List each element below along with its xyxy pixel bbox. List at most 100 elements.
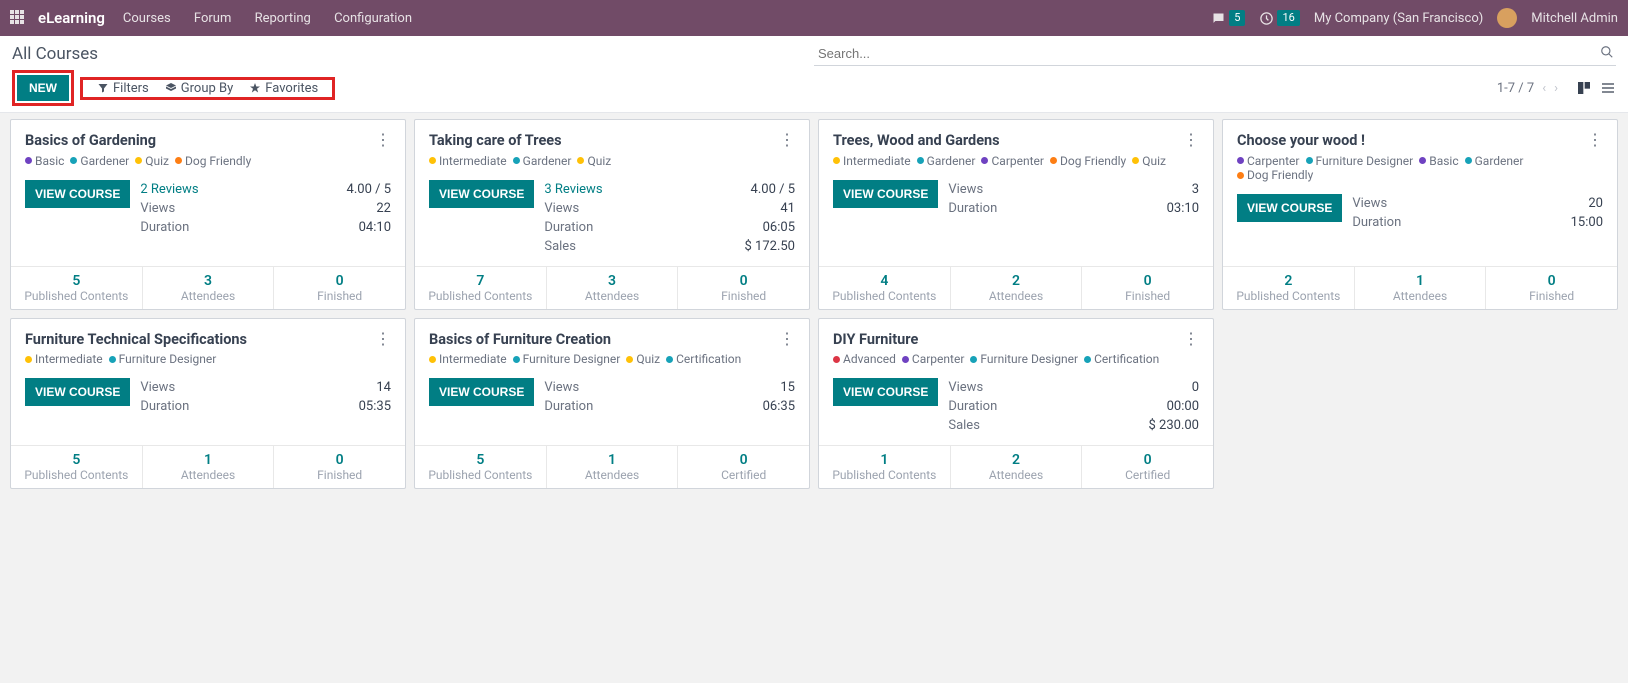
- tag: Carpenter: [1237, 154, 1300, 168]
- kanban-view-icon[interactable]: [1576, 80, 1592, 96]
- tag: Quiz: [1132, 154, 1166, 168]
- course-card[interactable]: Choose your wood !⋮CarpenterFurniture De…: [1222, 119, 1618, 310]
- tag: Quiz: [135, 154, 169, 168]
- published-contents-stat[interactable]: 5Published Contents: [11, 446, 143, 488]
- footer-label: Published Contents: [823, 289, 946, 303]
- nav-reporting[interactable]: Reporting: [255, 11, 311, 26]
- footer-number: 2: [955, 273, 1078, 289]
- view-course-button[interactable]: VIEW COURSE: [25, 180, 130, 208]
- search-icon[interactable]: [1600, 45, 1614, 59]
- apps-icon[interactable]: [10, 10, 26, 26]
- view-course-button[interactable]: VIEW COURSE: [429, 378, 534, 406]
- stat-value: 4.00 / 5: [751, 180, 795, 199]
- search-input[interactable]: [814, 42, 1616, 66]
- completion-stat[interactable]: 0Finished: [274, 446, 405, 488]
- card-menu-icon[interactable]: ⋮: [1183, 132, 1199, 148]
- course-card[interactable]: DIY Furniture⋮AdvancedCarpenterFurniture…: [818, 318, 1214, 490]
- favorites-button[interactable]: Favorites: [249, 81, 318, 96]
- nav-courses[interactable]: Courses: [123, 11, 171, 26]
- completion-stat[interactable]: 0Certified: [1082, 446, 1213, 488]
- tag: Intermediate: [429, 154, 507, 168]
- footer-number: 0: [1490, 273, 1613, 289]
- attendees-stat[interactable]: 1Attendees: [547, 446, 679, 488]
- published-contents-stat[interactable]: 1Published Contents: [819, 446, 951, 488]
- new-button[interactable]: NEW: [17, 75, 69, 101]
- card-menu-icon[interactable]: ⋮: [1183, 331, 1199, 347]
- card-footer: 5Published Contents1Attendees0Certified: [415, 445, 809, 488]
- stat-value: 22: [376, 199, 391, 218]
- course-card[interactable]: Furniture Technical Specifications⋮Inter…: [10, 318, 406, 490]
- completion-stat[interactable]: 0Certified: [678, 446, 809, 488]
- clock-icon: [1259, 11, 1274, 26]
- groupby-label: Group By: [181, 81, 234, 96]
- course-card[interactable]: Taking care of Trees⋮IntermediateGardene…: [414, 119, 810, 310]
- stat-label: Views: [544, 378, 579, 397]
- highlight-search-opts: Filters Group By Favorites: [80, 77, 335, 100]
- published-contents-stat[interactable]: 4Published Contents: [819, 267, 951, 309]
- completion-stat[interactable]: 0Finished: [1082, 267, 1213, 309]
- reviews-link[interactable]: 3 Reviews: [544, 180, 602, 199]
- nav-configuration[interactable]: Configuration: [334, 11, 412, 26]
- pager-prev[interactable]: ‹: [1542, 81, 1546, 96]
- footer-label: Finished: [1086, 289, 1209, 303]
- course-card[interactable]: Basics of Furniture Creation⋮Intermediat…: [414, 318, 810, 490]
- card-menu-icon[interactable]: ⋮: [779, 331, 795, 347]
- groupby-button[interactable]: Group By: [165, 81, 234, 96]
- published-contents-stat[interactable]: 5Published Contents: [415, 446, 547, 488]
- filters-button[interactable]: Filters: [97, 81, 149, 96]
- messages-indicator[interactable]: 5: [1211, 10, 1245, 26]
- view-course-button[interactable]: VIEW COURSE: [25, 378, 130, 406]
- reviews-link[interactable]: 2 Reviews: [140, 180, 198, 199]
- pager: 1-7 / 7 ‹ ›: [1497, 80, 1616, 96]
- view-course-button[interactable]: VIEW COURSE: [833, 378, 938, 406]
- activity-indicator[interactable]: 16: [1259, 10, 1299, 26]
- footer-number: 0: [682, 273, 805, 289]
- pager-next[interactable]: ›: [1554, 81, 1558, 96]
- footer-label: Published Contents: [15, 289, 138, 303]
- avatar[interactable]: [1497, 8, 1517, 28]
- card-menu-icon[interactable]: ⋮: [1587, 132, 1603, 148]
- attendees-stat[interactable]: 1Attendees: [143, 446, 275, 488]
- tag-list: IntermediateFurniture DesignerQuizCertif…: [429, 352, 795, 367]
- card-footer: 4Published Contents2Attendees0Finished: [819, 266, 1213, 309]
- list-view-icon[interactable]: [1600, 80, 1616, 96]
- completion-stat[interactable]: 0Finished: [678, 267, 809, 309]
- stat-label: Views: [544, 199, 579, 218]
- footer-label: Attendees: [551, 468, 674, 482]
- brand[interactable]: eLearning: [38, 9, 105, 27]
- company-selector[interactable]: My Company (San Francisco): [1314, 11, 1483, 26]
- attendees-stat[interactable]: 2Attendees: [951, 446, 1083, 488]
- course-title: Choose your wood !: [1237, 132, 1587, 149]
- completion-stat[interactable]: 0Finished: [1486, 267, 1617, 309]
- course-card[interactable]: Trees, Wood and Gardens⋮IntermediateGard…: [818, 119, 1214, 310]
- card-menu-icon[interactable]: ⋮: [375, 132, 391, 148]
- filter-icon: [97, 82, 109, 94]
- view-course-button[interactable]: VIEW COURSE: [429, 180, 534, 208]
- attendees-stat[interactable]: 2Attendees: [951, 267, 1083, 309]
- user-menu[interactable]: Mitchell Admin: [1531, 11, 1618, 26]
- card-menu-icon[interactable]: ⋮: [779, 132, 795, 148]
- tag: Furniture Designer: [970, 352, 1078, 366]
- attendees-stat[interactable]: 3Attendees: [143, 267, 275, 309]
- course-card[interactable]: Basics of Gardening⋮BasicGardenerQuizDog…: [10, 119, 406, 310]
- footer-label: Attendees: [551, 289, 674, 303]
- attendees-stat[interactable]: 3Attendees: [547, 267, 679, 309]
- tag: Certification: [666, 352, 741, 366]
- view-course-button[interactable]: VIEW COURSE: [1237, 194, 1342, 222]
- tag-list: AdvancedCarpenterFurniture DesignerCerti…: [833, 352, 1199, 367]
- stats-block: Views14Duration05:35: [140, 378, 391, 416]
- footer-number: 5: [15, 452, 138, 468]
- view-course-button[interactable]: VIEW COURSE: [833, 180, 938, 208]
- nav-forum[interactable]: Forum: [194, 11, 231, 26]
- search-wrap: [814, 42, 1616, 66]
- stat-value: 15:00: [1571, 213, 1603, 232]
- published-contents-stat[interactable]: 2Published Contents: [1223, 267, 1355, 309]
- attendees-stat[interactable]: 1Attendees: [1355, 267, 1487, 309]
- stat-value: 06:05: [763, 218, 795, 237]
- footer-label: Finished: [1490, 289, 1613, 303]
- card-menu-icon[interactable]: ⋮: [375, 331, 391, 347]
- completion-stat[interactable]: 0Finished: [274, 267, 405, 309]
- published-contents-stat[interactable]: 7Published Contents: [415, 267, 547, 309]
- stat-label: Duration: [140, 397, 189, 416]
- published-contents-stat[interactable]: 5Published Contents: [11, 267, 143, 309]
